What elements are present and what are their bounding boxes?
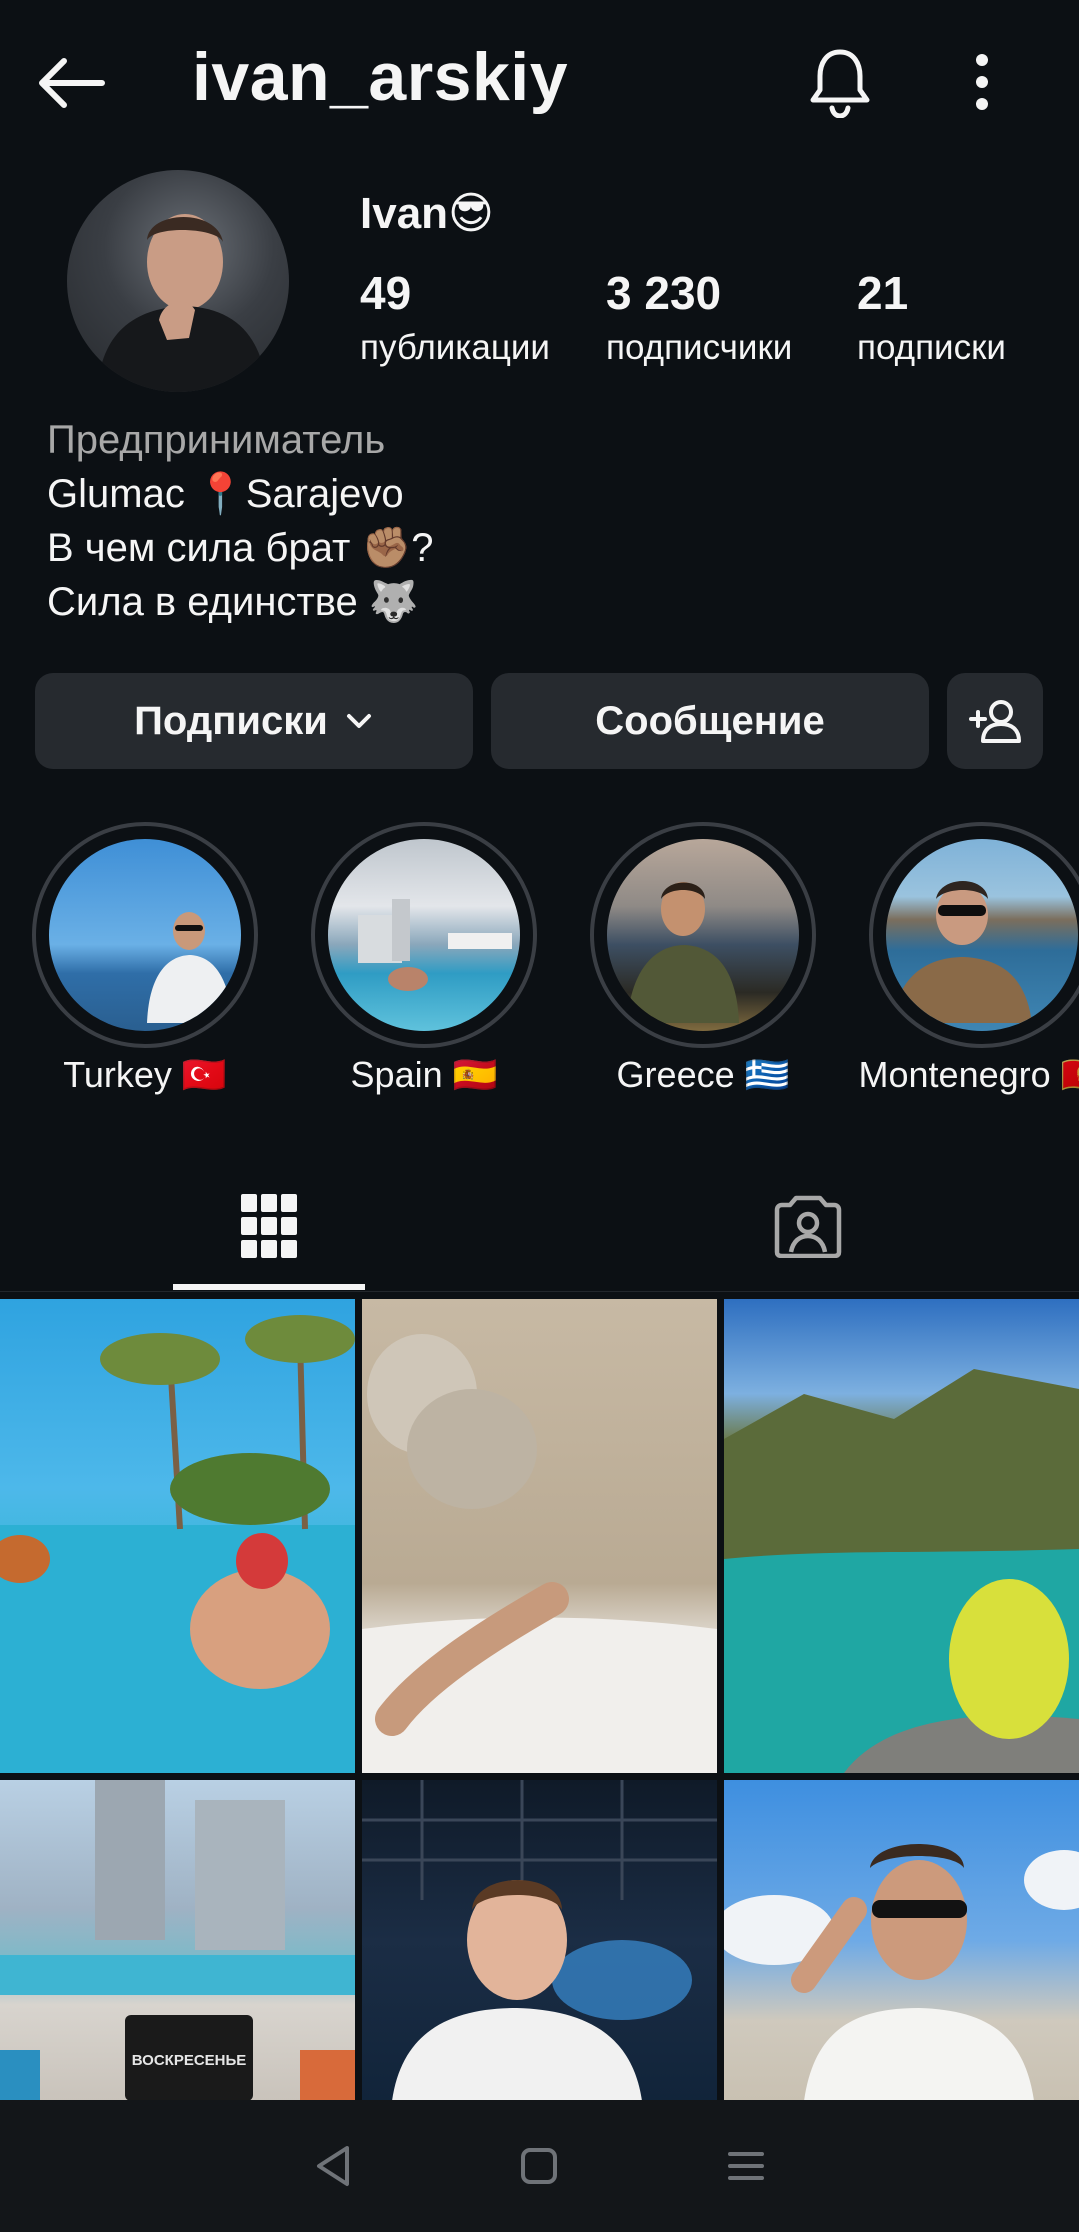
post-thumbnail[interactable]: ВОСКРЕСЕНЬЕ [0, 1780, 355, 2101]
suggest-people-button[interactable] [947, 673, 1043, 769]
highlight-cover [328, 839, 520, 1031]
profile-screen: ivan_arskiy Ivan😎 49 публикации 3 230 по… [0, 0, 1079, 2232]
post-thumbnail[interactable] [0, 1299, 355, 1773]
post-thumbnail[interactable] [362, 1780, 717, 2101]
following-stat[interactable]: 21 подписки [857, 266, 1006, 368]
tagged-icon [774, 1195, 842, 1258]
highlight-label: Turkey 🇹🇷 [63, 1054, 227, 1095]
highlight-label: Spain 🇪🇸 [350, 1054, 498, 1095]
grid-icon [241, 1194, 297, 1258]
bio-category: Предприниматель [47, 418, 386, 462]
message-button-label: Сообщение [595, 698, 825, 743]
tab-posts-grid[interactable] [173, 1160, 365, 1292]
back-triangle-icon [317, 2146, 350, 2186]
highlight-label: Montenegro 🇲🇪 [858, 1054, 1079, 1095]
bio-line: Glumac 📍Sarajevo [47, 472, 404, 516]
bio: Предприниматель Glumac 📍Sarajevo В чем с… [47, 413, 434, 629]
highlight-ring [311, 822, 537, 1048]
bell-icon [810, 49, 870, 118]
highlight-ring [32, 822, 258, 1048]
followers-stat[interactable]: 3 230 подписчики [606, 266, 792, 368]
following-label: подписки [857, 328, 1006, 367]
posts-stat: 49 публикации [360, 266, 550, 368]
following-button-label: Подписки [134, 698, 328, 743]
avatar[interactable] [67, 170, 289, 392]
active-tab-indicator [173, 1284, 365, 1290]
posts-grid: ВОСКРЕСЕНЬЕ [0, 1299, 1079, 2101]
story-highlight[interactable]: Turkey 🇹🇷 [32, 822, 258, 1095]
story-highlight[interactable]: Greece 🇬🇷 [590, 822, 816, 1095]
notifications-button[interactable] [800, 40, 880, 124]
more-vertical-icon [976, 54, 988, 110]
highlight-cover [49, 839, 241, 1031]
back-button[interactable] [30, 50, 110, 116]
highlight-ring [869, 822, 1079, 1048]
following-button[interactable]: Подписки [35, 673, 473, 769]
highlight-cover [607, 839, 799, 1031]
page-title: ivan_arskiy [192, 39, 569, 115]
home-square-icon [521, 2148, 558, 2184]
nav-back-button[interactable] [293, 2126, 373, 2206]
story-highlight[interactable]: Spain 🇪🇸 [311, 822, 537, 1095]
post-thumbnail[interactable] [724, 1299, 1079, 1773]
post-thumbnail[interactable] [362, 1299, 717, 1773]
followers-label: подписчики [606, 328, 793, 367]
avatar-photo [97, 214, 267, 392]
post-thumbnail[interactable] [724, 1780, 1079, 2101]
menu-lines-icon [727, 2152, 764, 2180]
story-highlight[interactable]: Montenegro 🇲🇪 [859, 822, 1079, 1095]
back-arrow-icon [39, 58, 105, 108]
add-person-icon [969, 700, 1021, 743]
chevron-down-icon [346, 714, 371, 728]
posts-count: 49 [360, 267, 412, 319]
highlight-cover [886, 839, 1078, 1031]
highlight-ring [590, 822, 816, 1048]
bio-line: Сила в единстве 🐺 [47, 580, 419, 624]
followers-count: 3 230 [606, 267, 722, 319]
display-name: Ivan😎 [360, 189, 494, 238]
nav-home-button[interactable] [499, 2126, 579, 2206]
nav-menu-button[interactable] [706, 2126, 786, 2206]
highlight-label: Greece 🇬🇷 [616, 1054, 790, 1095]
tab-tagged[interactable] [712, 1160, 904, 1292]
more-options-button[interactable] [950, 40, 1014, 124]
following-count: 21 [857, 267, 909, 319]
post-overlay-text: ВОСКРЕСЕНЬЕ [132, 2052, 247, 2069]
system-nav-bar [0, 2100, 1079, 2232]
profile-tabs [0, 1160, 1079, 1292]
message-button[interactable]: Сообщение [491, 673, 929, 769]
bio-line: В чем сила брат ✊🏽? [47, 526, 434, 570]
top-bar: ivan_arskiy [0, 0, 1079, 165]
posts-label: публикации [360, 328, 550, 367]
